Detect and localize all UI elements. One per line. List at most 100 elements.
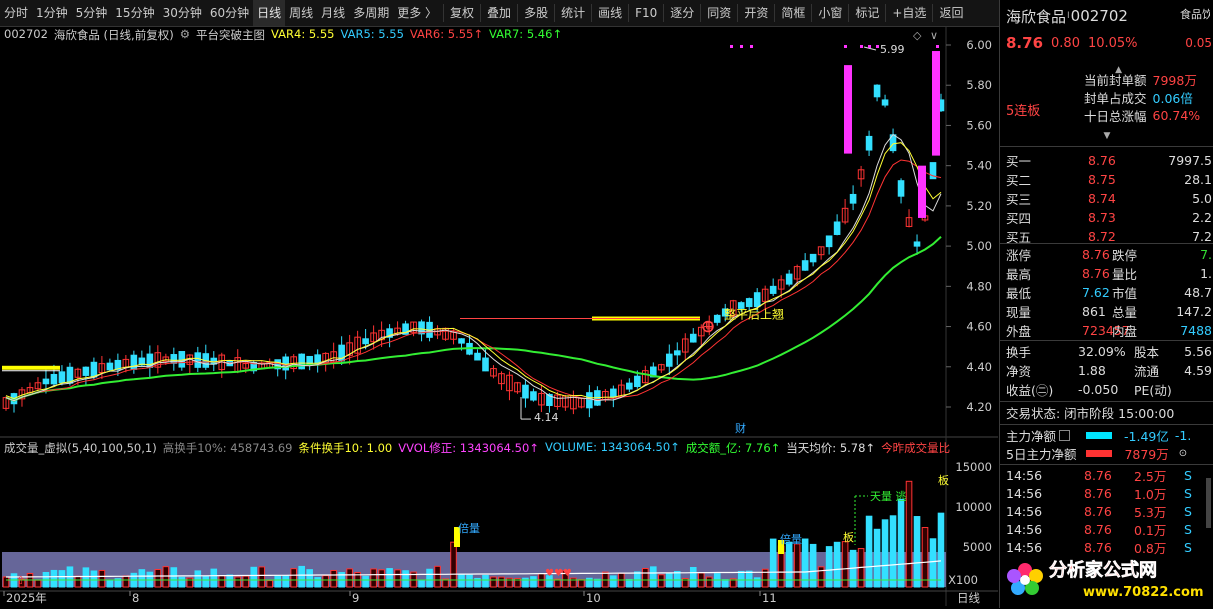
tick-time: 14:56 — [1006, 504, 1043, 519]
volume-bar — [873, 528, 881, 588]
stat-row: 涨停 8.76 跌停 7. — [1006, 245, 1213, 264]
period-2[interactable]: 5分钟 — [72, 0, 112, 26]
legend-var-0: VAR4: 5.55 — [271, 27, 335, 41]
price-tick: 4.80 — [966, 279, 992, 293]
candle — [130, 350, 138, 374]
volume-bar — [370, 568, 377, 588]
kline-chart[interactable]: 6.00 5.80 5.60 5.40 5.20 5.00 4.80 4.60 4.40 4.20… — [0, 27, 998, 606]
candlesticks — [2, 84, 945, 418]
volume-bar — [306, 569, 313, 588]
volume-bar — [578, 579, 585, 588]
candle — [713, 314, 721, 326]
stat-label: 收益(㊁) — [1006, 383, 1054, 398]
volume-bar — [330, 569, 337, 588]
tool-4[interactable]: 画线 — [594, 0, 626, 26]
candle — [10, 392, 18, 413]
ma-var4-line — [5, 142, 942, 400]
stat-label: 涨停 — [1006, 248, 1032, 263]
vol-item-0: 高换手10%: 458743.69 — [162, 441, 293, 455]
volume-tick: 15000 — [955, 460, 992, 474]
candle — [122, 354, 130, 373]
candle — [897, 178, 905, 204]
candle-body — [170, 354, 178, 364]
main-flow-checkbox[interactable] — [1059, 430, 1071, 441]
collapse-down[interactable]: ▼ — [1000, 126, 1213, 145]
candle-body — [90, 361, 98, 378]
volume-bar — [210, 568, 218, 588]
volume-bar — [266, 580, 274, 588]
candle-body — [362, 338, 369, 345]
vol-item-3: VOLUME: 1343064.50↑ — [544, 440, 680, 454]
sector-tag[interactable]: 食品饮 — [1180, 6, 1210, 22]
date-tick: 10 — [586, 591, 601, 605]
stock-name: 海欣食品 — [1006, 7, 1067, 26]
dropdown-icon[interactable]: ⊙ — [1179, 448, 1187, 459]
vol-item-6: 今昨成交量比 — [881, 441, 951, 455]
volume-bar — [202, 575, 210, 588]
toolbar-separator — [443, 4, 445, 22]
volume-bar — [482, 574, 489, 588]
limit-up-bar — [932, 51, 940, 156]
candle — [370, 325, 377, 350]
volume-bar — [881, 519, 889, 588]
volume-bar — [466, 574, 473, 588]
tool-11[interactable]: 标记 — [851, 0, 883, 26]
stat-label-2: 市值 — [1112, 286, 1138, 301]
tool-2[interactable]: 多股 — [520, 0, 552, 26]
period-3[interactable]: 15分钟 — [111, 0, 158, 26]
period-1[interactable]: 1分钟 — [32, 0, 72, 26]
period-8[interactable]: 月线 — [317, 0, 349, 26]
candle — [825, 235, 833, 255]
volume-bar — [138, 569, 146, 588]
bid-row: 买三 8.74 5.0 — [1006, 189, 1213, 208]
seal-amount-row: 当前封单额 7998万 — [1084, 70, 1213, 89]
candle — [298, 353, 305, 370]
volume-bar — [458, 573, 465, 588]
volume-bar — [178, 576, 186, 588]
tool-3[interactable]: 统计 — [557, 0, 589, 26]
tool-9[interactable]: 简框 — [777, 0, 809, 26]
period-7[interactable]: 周线 — [285, 0, 317, 26]
bid-price: 8.75 — [1088, 172, 1116, 187]
tool-10[interactable]: 小窗 — [814, 0, 846, 26]
tool-6[interactable]: 逐分 — [666, 0, 698, 26]
period-5[interactable]: 60分钟 — [206, 0, 253, 26]
tool-13[interactable]: 返回 — [935, 0, 967, 26]
tool-7[interactable]: 同资 — [703, 0, 735, 26]
volume-bar — [98, 569, 106, 588]
period-0[interactable]: 分时 — [0, 0, 32, 26]
volume-bar — [218, 575, 226, 588]
bid-label: 买二 — [1006, 173, 1032, 188]
volume-bar — [721, 579, 729, 588]
toolbar-separator — [663, 4, 665, 22]
tool-1[interactable]: 叠加 — [483, 0, 515, 26]
candle — [873, 84, 881, 102]
stat-value: -0.050 — [1078, 382, 1119, 397]
heart-signal-icon: ♥♥♥ — [545, 568, 572, 579]
period-9[interactable]: 多周期 — [349, 0, 393, 26]
volume-bar — [737, 570, 745, 588]
stat-value-2: 1. — [1200, 266, 1212, 281]
tool-0[interactable]: 复权 — [446, 0, 478, 26]
period-10[interactable]: 更多 〉 — [393, 0, 441, 26]
stat-value: 32.09% — [1078, 344, 1126, 359]
bid-volume: 2.2 — [1192, 210, 1212, 225]
volume-bar — [58, 570, 66, 588]
tool-5[interactable]: F10 — [631, 0, 661, 26]
gear-icon[interactable]: ⚙ — [180, 27, 190, 43]
legend-indicator: 平台突破主图 — [196, 28, 266, 42]
candle — [833, 214, 841, 236]
tick-scrollbar[interactable] — [1206, 478, 1211, 528]
chart-canvas[interactable]: 6.00 5.80 5.60 5.40 5.20 5.00 4.80 4.60 4.40 4.20… — [0, 27, 998, 606]
period-6[interactable]: 日线 — [253, 0, 286, 26]
volume-bar — [793, 543, 801, 588]
breakout-label: 整平后上翘 — [724, 306, 784, 321]
candle — [562, 394, 569, 411]
tool-12[interactable]: +自选 — [888, 0, 930, 26]
candle — [857, 165, 865, 187]
volume-bar — [905, 480, 913, 588]
volume-bar — [258, 566, 266, 588]
period-4[interactable]: 30分钟 — [159, 0, 206, 26]
tool-8[interactable]: 开资 — [740, 0, 772, 26]
candle — [514, 381, 521, 394]
